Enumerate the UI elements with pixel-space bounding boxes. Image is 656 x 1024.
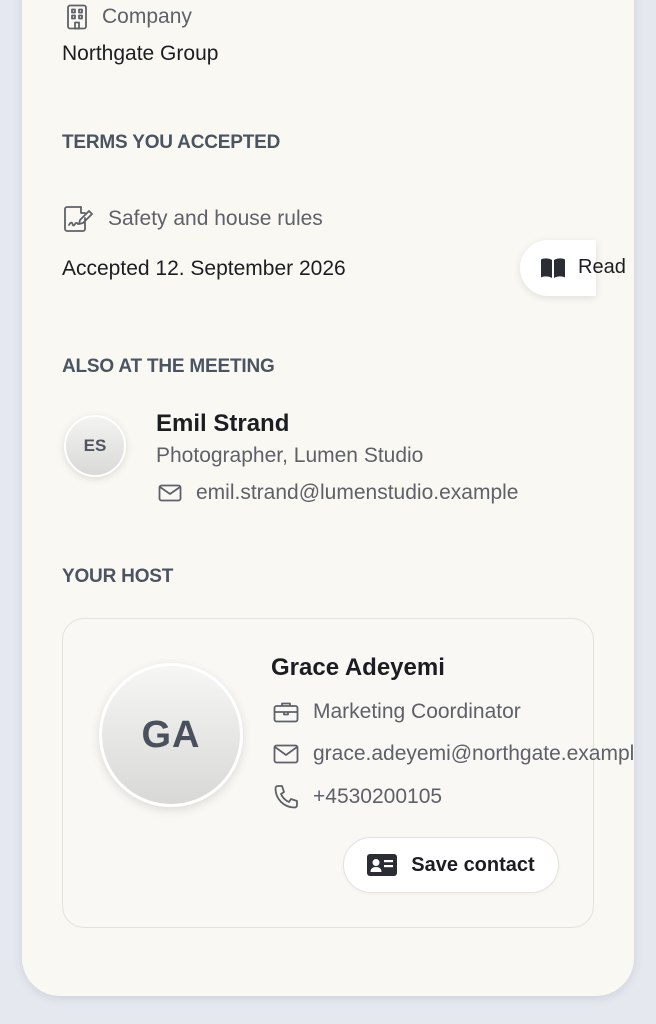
terms-doc-label: Safety and house rules bbox=[108, 207, 323, 230]
avatar: GA bbox=[99, 663, 243, 807]
attendee-role: Photographer, Lumen Studio bbox=[156, 444, 424, 467]
host-initials: GA bbox=[141, 713, 201, 756]
attendee-initials: ES bbox=[83, 436, 107, 455]
read-button-label: Read bbox=[578, 256, 626, 278]
host-title-row: Marketing Coordinator bbox=[273, 700, 521, 724]
avatar: ES bbox=[64, 415, 126, 477]
host-phone-row[interactable]: +4530200105 bbox=[273, 784, 442, 810]
attendee-email[interactable]: emil.strand@lumenstudio.example bbox=[196, 481, 518, 505]
envelope-icon bbox=[273, 744, 299, 764]
host-card: GA Grace Adeyemi Marketing Coordinator g… bbox=[62, 618, 634, 928]
host-phone[interactable]: +4530200105 bbox=[313, 785, 442, 809]
envelope-icon bbox=[158, 484, 182, 502]
book-icon bbox=[540, 257, 566, 279]
building-icon bbox=[66, 4, 88, 30]
terms-section-title: TERMS YOU ACCEPTED bbox=[62, 132, 281, 153]
host-title: Marketing Coordinator bbox=[313, 700, 521, 723]
phone-icon bbox=[273, 784, 299, 810]
save-contact-label: Save contact bbox=[411, 853, 535, 876]
company-name: Northgate Group bbox=[62, 42, 219, 65]
terms-accepted-text: Accepted 12. September 2026 bbox=[62, 257, 346, 280]
save-contact-button[interactable]: Save contact bbox=[343, 837, 559, 893]
contact-card-icon bbox=[367, 854, 398, 876]
read-terms-button[interactable]: Read bbox=[520, 240, 626, 296]
signed-document-icon bbox=[62, 205, 94, 233]
attendee-email-row[interactable]: emil.strand@lumenstudio.example bbox=[158, 481, 518, 505]
terms-doc-row: Safety and house rules bbox=[62, 205, 323, 233]
meeting-details-card: Company Northgate Group TERMS YOU ACCEPT… bbox=[22, 0, 634, 996]
company-label: Company bbox=[102, 5, 192, 28]
host-email[interactable]: grace.adeyemi@northgate.example bbox=[313, 742, 634, 766]
host-section-title: YOUR HOST bbox=[62, 566, 174, 587]
briefcase-icon bbox=[273, 701, 299, 723]
host-email-row[interactable]: grace.adeyemi@northgate.example bbox=[273, 742, 634, 766]
attendees-section-title: ALSO AT THE MEETING bbox=[62, 356, 275, 377]
attendee-name: Emil Strand bbox=[156, 410, 290, 437]
host-name: Grace Adeyemi bbox=[271, 654, 445, 681]
company-label-row: Company bbox=[66, 4, 192, 30]
